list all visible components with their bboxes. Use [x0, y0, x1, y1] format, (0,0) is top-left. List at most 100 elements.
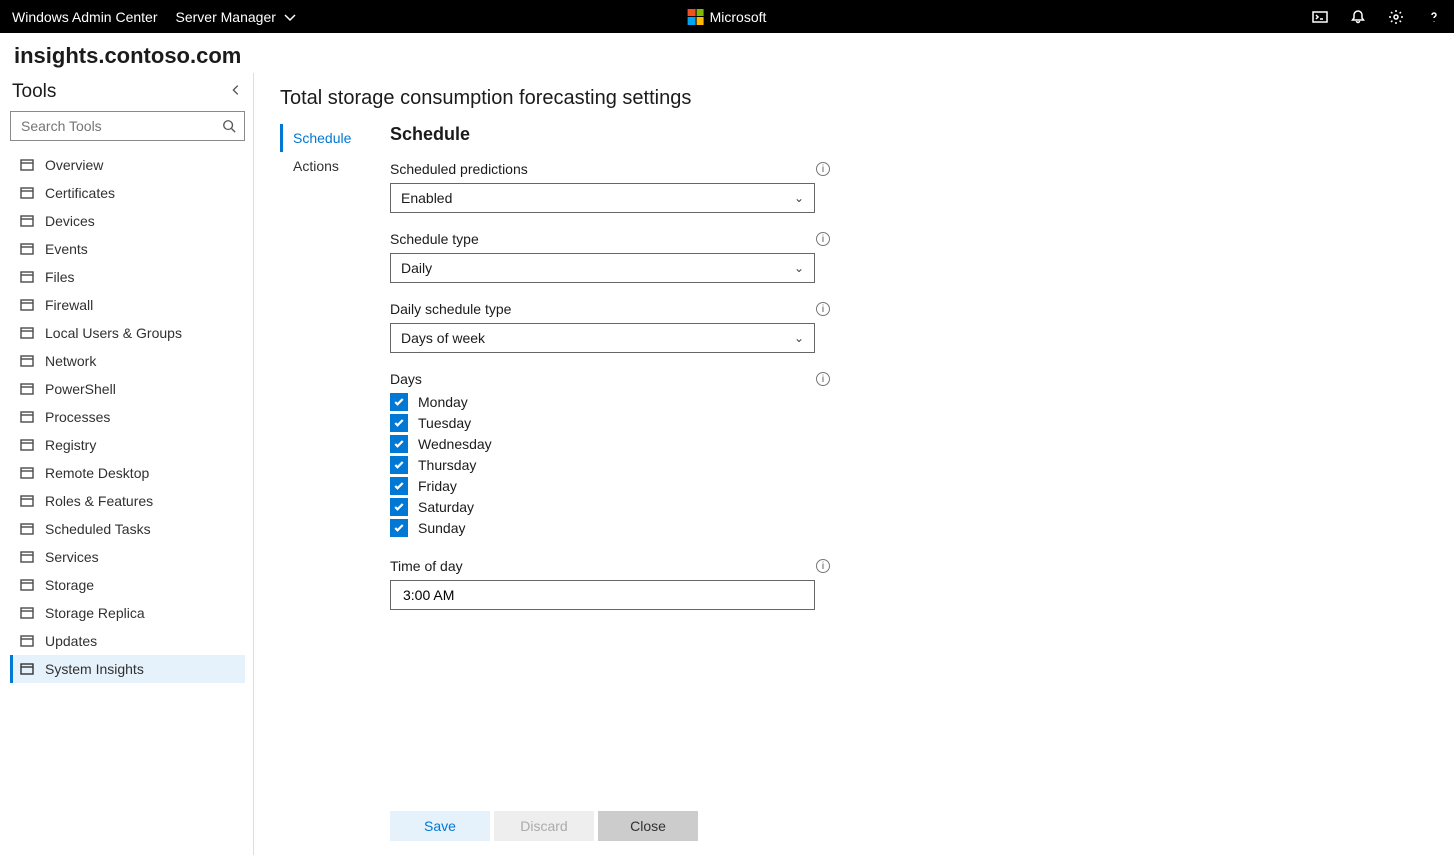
- sidebar-item-label: Services: [45, 549, 99, 565]
- tool-icon: [19, 633, 35, 649]
- settings-icon[interactable]: [1388, 9, 1404, 25]
- info-icon[interactable]: i: [816, 372, 830, 386]
- days-list: MondayTuesdayWednesdayThursdayFridaySatu…: [390, 393, 830, 537]
- ms-brand: Microsoft: [688, 9, 767, 25]
- label-scheduled-predictions: Scheduled predictions: [390, 161, 528, 177]
- sidebar-item-services[interactable]: Services: [10, 543, 245, 571]
- sidebar-item-processes[interactable]: Processes: [10, 403, 245, 431]
- tool-icon: [19, 353, 35, 369]
- day-label: Monday: [418, 394, 468, 410]
- select-daily-schedule-type[interactable]: Days of week ⌄: [390, 323, 815, 353]
- checkbox-wednesday[interactable]: [390, 435, 408, 453]
- sidebar-item-label: System Insights: [45, 661, 144, 677]
- checkbox-friday[interactable]: [390, 477, 408, 495]
- tool-icon: [19, 409, 35, 425]
- close-button[interactable]: Close: [598, 811, 698, 841]
- tool-list: Overview Certificates Devices EventsFiles Fi…: [10, 151, 245, 683]
- checkbox-thursday[interactable]: [390, 456, 408, 474]
- sidebar-item-scheduled-tasks[interactable]: Scheduled Tasks: [10, 515, 245, 543]
- sidebar-item-certificates[interactable]: Certificates: [10, 179, 245, 207]
- tool-icon: [19, 521, 35, 537]
- sidebar-item-label: Updates: [45, 633, 97, 649]
- sidebar-item-roles-features[interactable]: Roles & Features: [10, 487, 245, 515]
- select-value: Enabled: [401, 190, 452, 206]
- sidebar-item-label: Local Users & Groups: [45, 325, 182, 341]
- collapse-sidebar-icon[interactable]: [229, 81, 243, 103]
- chevron-down-icon: [282, 9, 298, 25]
- day-row-saturday: Saturday: [390, 498, 830, 516]
- page-title: Total storage consumption forecasting se…: [280, 87, 1428, 110]
- select-value: Days of week: [401, 330, 485, 346]
- console-icon[interactable]: [1312, 9, 1328, 25]
- tab-schedule[interactable]: Schedule: [280, 124, 360, 152]
- time-of-day-field[interactable]: [401, 586, 804, 604]
- connection-name: insights.contoso.com: [0, 33, 1454, 73]
- info-icon[interactable]: i: [816, 162, 830, 176]
- day-row-friday: Friday: [390, 477, 830, 495]
- tool-icon: [19, 381, 35, 397]
- day-row-sunday: Sunday: [390, 519, 830, 537]
- help-icon[interactable]: [1426, 9, 1442, 25]
- discard-button[interactable]: Discard: [494, 811, 594, 841]
- topbar: Windows Admin Center Server Manager Micr…: [0, 0, 1454, 33]
- sidebar-item-firewall[interactable]: Firewall: [10, 291, 245, 319]
- checkbox-sunday[interactable]: [390, 519, 408, 537]
- notifications-icon[interactable]: [1350, 9, 1366, 25]
- info-icon[interactable]: i: [816, 232, 830, 246]
- breadcrumb-label: Server Manager: [176, 9, 276, 25]
- sidebar-item-remote-desktop[interactable]: Remote Desktop: [10, 459, 245, 487]
- sidebar-item-label: Roles & Features: [45, 493, 153, 509]
- tool-icon: [19, 269, 35, 285]
- tool-icon: [19, 605, 35, 621]
- save-button[interactable]: Save: [390, 811, 490, 841]
- sidebar-item-label: Remote Desktop: [45, 465, 149, 481]
- label-schedule-type: Schedule type: [390, 231, 479, 247]
- tool-icon: [19, 241, 35, 257]
- select-scheduled-predictions[interactable]: Enabled ⌄: [390, 183, 815, 213]
- settings-subnav: ScheduleActions: [280, 124, 360, 841]
- tab-actions[interactable]: Actions: [280, 152, 360, 180]
- sidebar-item-overview[interactable]: Overview: [10, 151, 245, 179]
- tool-icon: [19, 185, 35, 201]
- checkbox-saturday[interactable]: [390, 498, 408, 516]
- schedule-form: Schedule Scheduled predictions i Enabled…: [390, 124, 830, 841]
- sidebar-item-label: Storage: [45, 577, 94, 593]
- info-icon[interactable]: i: [816, 559, 830, 573]
- day-row-thursday: Thursday: [390, 456, 830, 474]
- search-icon: [222, 119, 236, 133]
- sidebar-item-label: Firewall: [45, 297, 93, 313]
- sidebar-item-devices[interactable]: Devices: [10, 207, 245, 235]
- checkbox-tuesday[interactable]: [390, 414, 408, 432]
- day-row-tuesday: Tuesday: [390, 414, 830, 432]
- sidebar-item-label: Processes: [45, 409, 110, 425]
- sidebar-item-label: PowerShell: [45, 381, 116, 397]
- sidebar-item-network[interactable]: Network: [10, 347, 245, 375]
- tool-icon: [19, 213, 35, 229]
- sidebar-item-storage-replica[interactable]: Storage Replica: [10, 599, 245, 627]
- sidebar-item-system-insights[interactable]: System Insights: [10, 655, 245, 683]
- search-field[interactable]: [19, 117, 214, 135]
- sidebar-item-files[interactable]: Files: [10, 263, 245, 291]
- day-label: Friday: [418, 478, 457, 494]
- sidebar-item-events[interactable]: Events: [10, 235, 245, 263]
- sidebar-item-label: Overview: [45, 157, 103, 173]
- tool-icon: [19, 661, 35, 677]
- day-label: Tuesday: [418, 415, 471, 431]
- input-time-of-day[interactable]: [390, 580, 815, 610]
- sidebar-item-local-users-groups[interactable]: Local Users & Groups: [10, 319, 245, 347]
- sidebar-item-storage[interactable]: Storage: [10, 571, 245, 599]
- sidebar-item-updates[interactable]: Updates: [10, 627, 245, 655]
- tools-title: Tools: [12, 81, 56, 103]
- label-days: Days: [390, 371, 422, 387]
- select-schedule-type[interactable]: Daily ⌄: [390, 253, 815, 283]
- sidebar-item-label: Network: [45, 353, 96, 369]
- label-time-of-day: Time of day: [390, 558, 463, 574]
- search-tools-input[interactable]: [10, 111, 245, 141]
- sidebar-item-label: Devices: [45, 213, 95, 229]
- sidebar-item-powershell[interactable]: PowerShell: [10, 375, 245, 403]
- info-icon[interactable]: i: [816, 302, 830, 316]
- sidebar-item-registry[interactable]: Registry: [10, 431, 245, 459]
- day-label: Sunday: [418, 520, 465, 536]
- checkbox-monday[interactable]: [390, 393, 408, 411]
- breadcrumb-server-manager[interactable]: Server Manager: [176, 9, 298, 25]
